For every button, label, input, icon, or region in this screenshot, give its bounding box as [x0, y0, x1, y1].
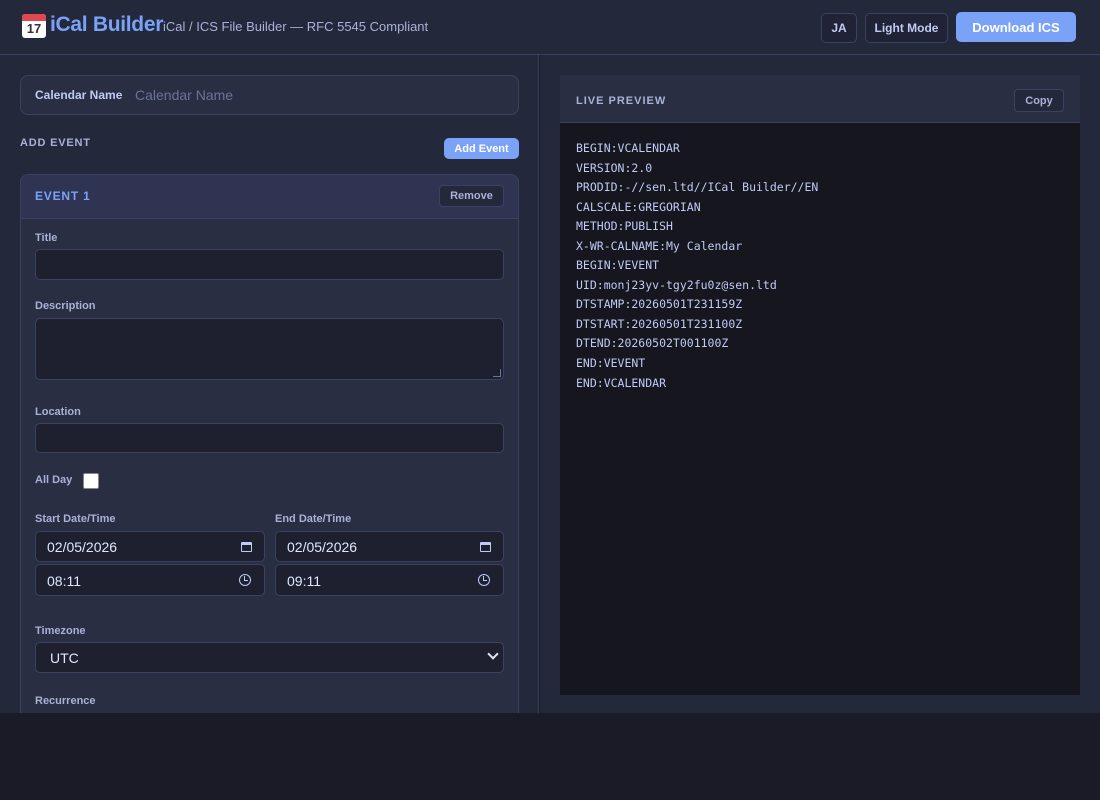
date-picker-icon[interactable]	[241, 542, 252, 552]
timezone-select[interactable]: UTC	[35, 642, 504, 673]
preview-panel: LIVE PREVIEW Copy BEGIN:VCALENDAR VERSIO…	[540, 55, 1100, 713]
ics-line: UID:monj23yv-tgy2fu0z@sen.ltd	[576, 278, 777, 292]
ics-line: VERSION:2.0	[576, 161, 653, 175]
end-time-input[interactable]: 09:11	[275, 564, 504, 596]
calendar-name-input[interactable]	[133, 81, 503, 109]
timezone-label: Timezone	[35, 625, 86, 637]
add-event-section-title: ADD EVENT	[20, 137, 91, 149]
add-event-button[interactable]: Add Event	[444, 138, 519, 159]
ics-line: X-WR-CALNAME:My Calendar	[576, 239, 743, 253]
calendar-name-field: Calendar Name	[20, 75, 519, 115]
calendar-icon-day: 17	[26, 21, 42, 36]
ics-line: END:VEVENT	[576, 356, 646, 370]
resize-handle-icon[interactable]	[493, 369, 501, 377]
start-time-value: 08:11	[47, 573, 81, 589]
copy-button[interactable]: Copy	[1014, 89, 1064, 112]
chevron-down-icon	[487, 648, 499, 660]
app-header: 17 iCal Builder iCal / ICS File Builder …	[0, 0, 1100, 55]
all-day-checkbox[interactable]	[83, 473, 99, 489]
ics-line: END:VCALENDAR	[576, 376, 667, 390]
start-date-input[interactable]: 02/05/2026	[35, 531, 265, 562]
app-subtitle: iCal / ICS File Builder — RFC 5545 Compl…	[163, 19, 429, 34]
ics-line: CALSCALE:GREGORIAN	[576, 200, 701, 214]
ics-line: BEGIN:VEVENT	[576, 258, 660, 272]
timezone-value: UTC	[50, 650, 79, 666]
description-textarea[interactable]	[35, 318, 504, 380]
download-ics-button[interactable]: Download ICS	[956, 12, 1076, 42]
end-date-input[interactable]: 02/05/2026	[275, 531, 504, 562]
clock-icon[interactable]	[478, 574, 490, 586]
theme-toggle-button[interactable]: Light Mode	[865, 13, 948, 43]
ics-line: METHOD:PUBLISH	[576, 219, 673, 233]
language-toggle-button[interactable]: JA	[821, 13, 857, 43]
end-time-value: 09:11	[287, 573, 321, 589]
event-card: EVENT 1 Remove Title Description Locatio…	[20, 174, 519, 713]
start-time-input[interactable]: 08:11	[35, 564, 265, 596]
app-title: iCal Builder	[50, 13, 164, 36]
remove-event-button[interactable]: Remove	[439, 185, 504, 207]
event-heading: EVENT 1	[35, 189, 91, 203]
description-label: Description	[35, 300, 96, 312]
title-input[interactable]	[35, 249, 504, 280]
preview-title: LIVE PREVIEW	[576, 95, 667, 107]
ics-line: DTSTART:20260501T231100Z	[576, 317, 743, 331]
location-label: Location	[35, 406, 81, 418]
all-day-label: All Day	[35, 474, 73, 486]
title-label: Title	[35, 232, 58, 244]
location-input[interactable]	[35, 423, 504, 453]
start-date-value: 02/05/2026	[47, 539, 118, 555]
preview-header: LIVE PREVIEW Copy	[560, 75, 1080, 123]
calendar-icon: 17	[22, 14, 46, 38]
ics-line: PRODID:-//sen.ltd//ICal Builder//EN	[576, 180, 819, 194]
end-date-value: 02/05/2026	[287, 539, 358, 555]
end-datetime-label: End Date/Time	[275, 513, 352, 525]
ics-line: BEGIN:VCALENDAR	[576, 141, 680, 155]
ics-preview-code: BEGIN:VCALENDAR VERSION:2.0 PRODID:-//se…	[560, 123, 1080, 695]
ics-line: DTSTAMP:20260501T231159Z	[576, 297, 743, 311]
editor-panel: Calendar Name ADD EVENT Add Event EVENT …	[0, 55, 539, 713]
calendar-name-label: Calendar Name	[35, 88, 123, 102]
clock-icon[interactable]	[239, 574, 251, 586]
date-picker-icon[interactable]	[480, 542, 491, 552]
start-datetime-label: Start Date/Time	[35, 513, 116, 525]
event-card-header: EVENT 1 Remove	[21, 175, 518, 219]
ics-line: DTEND:20260502T001100Z	[576, 336, 729, 350]
recurrence-label: Recurrence	[35, 695, 96, 707]
